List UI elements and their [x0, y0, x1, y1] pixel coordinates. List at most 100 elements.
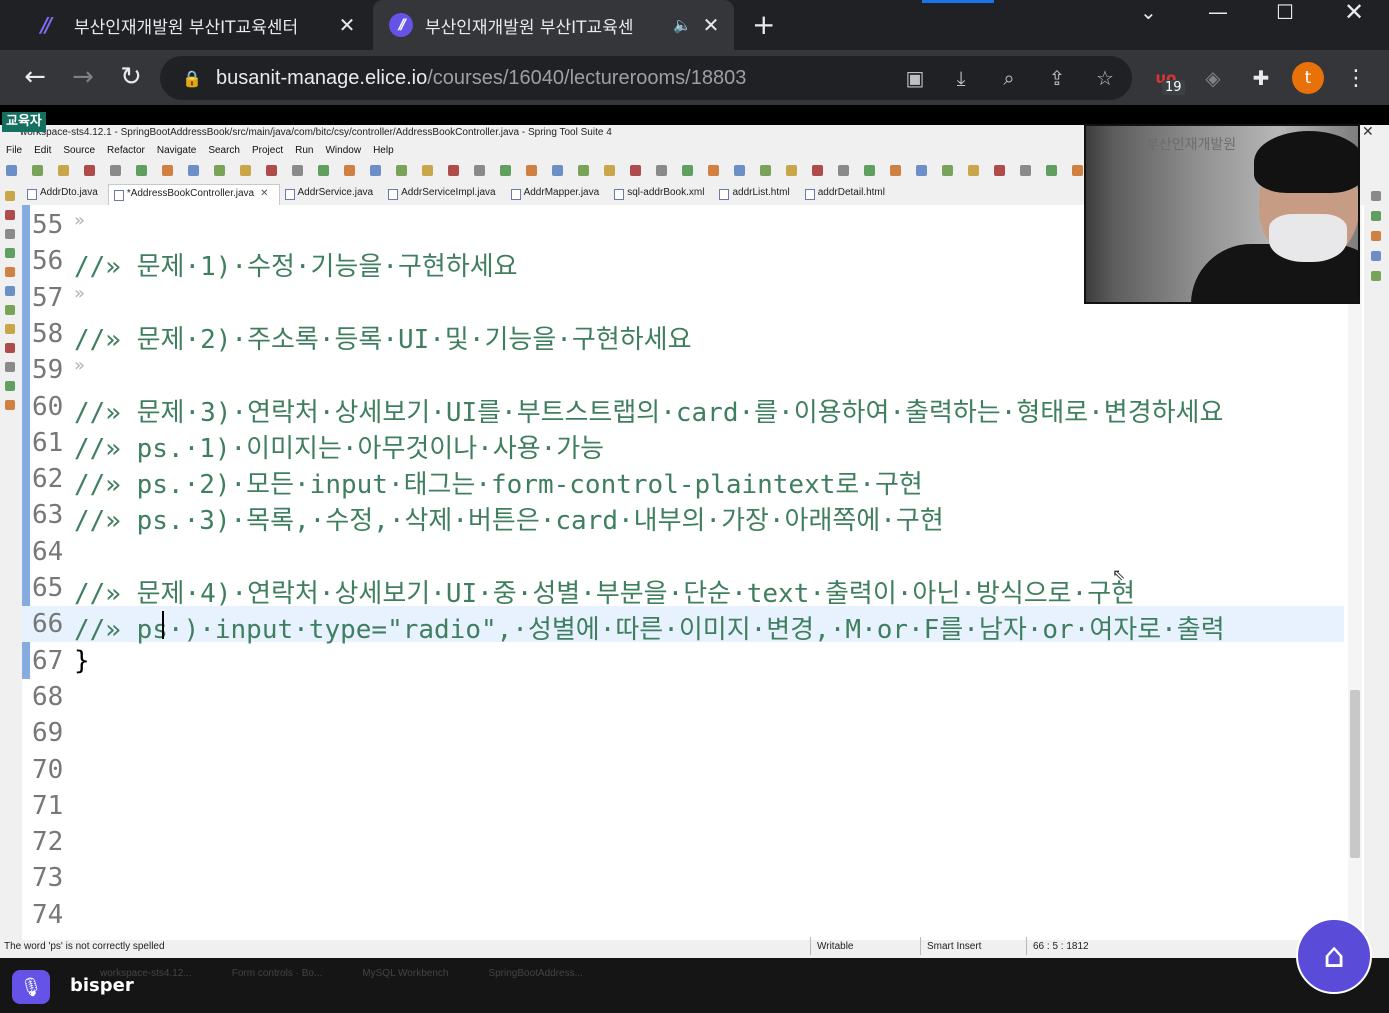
ide-toolbar-icon[interactable]: [448, 165, 459, 176]
menu-kebab-icon[interactable]: ⋮: [1340, 62, 1372, 94]
ide-side-icon[interactable]: [5, 191, 15, 201]
code-editor[interactable]: 55 » 56 //» 문제·1)·수정·기능을·구현하세요 57 » 58 //» 문제·2…: [22, 205, 1364, 940]
menu-search[interactable]: Search: [208, 145, 240, 156]
code-line[interactable]: 70: [22, 752, 1344, 788]
ide-toolbar-icon[interactable]: [474, 165, 485, 176]
ide-toolbar-icon[interactable]: [162, 165, 173, 176]
ide-side-icon[interactable]: [5, 324, 15, 334]
editor-tab[interactable]: addrDetail.html: [800, 184, 895, 204]
ide-toolbar-icon[interactable]: [266, 165, 277, 176]
ide-toolbar-icon[interactable]: [630, 165, 641, 176]
code-line[interactable]: 72: [22, 824, 1344, 860]
ide-toolbar-icon[interactable]: [994, 165, 1005, 176]
live-room-icon[interactable]: ⌂: [1296, 918, 1372, 994]
ide-toolbar-icon[interactable]: [188, 165, 199, 176]
menu-run[interactable]: Run: [295, 145, 313, 156]
forward-button[interactable]: →: [66, 60, 100, 94]
ide-side-icon[interactable]: [5, 267, 15, 277]
blocked-popup-icon[interactable]: ▣: [902, 65, 928, 91]
code-line[interactable]: 62 //» ps.·2)·모든·input·태그는·form-control-p…: [22, 461, 1344, 500]
code-line[interactable]: 59 »: [22, 352, 1344, 388]
zoom-icon[interactable]: ⌕: [996, 65, 1022, 91]
ide-toolbar-icon[interactable]: [604, 165, 615, 176]
bookmark-star-icon[interactable]: ☆: [1092, 65, 1118, 91]
ide-side-icon[interactable]: [5, 229, 15, 239]
ide-toolbar-icon[interactable]: [734, 165, 745, 176]
ide-toolbar-icon[interactable]: [32, 165, 43, 176]
ide-toolbar-icon[interactable]: [1020, 165, 1031, 176]
editor-tab[interactable]: AddrDto.java: [22, 184, 108, 204]
ide-side-icon[interactable]: [5, 362, 15, 372]
code-line[interactable]: 73: [22, 860, 1344, 896]
menu-help[interactable]: Help: [373, 145, 394, 156]
ide-side-icon[interactable]: [1371, 211, 1381, 221]
ide-toolbar-icon[interactable]: [58, 165, 69, 176]
reload-button[interactable]: ↻: [114, 60, 148, 94]
ide-toolbar-icon[interactable]: [864, 165, 875, 176]
ide-toolbar-icon[interactable]: [84, 165, 95, 176]
url-text[interactable]: busanit-manage.elice.io/courses/16040/le…: [216, 67, 746, 90]
ide-side-icon[interactable]: [5, 286, 15, 296]
ide-toolbar-icon[interactable]: [396, 165, 407, 176]
code-line[interactable]: 69: [22, 715, 1344, 751]
ide-side-icon[interactable]: [5, 210, 15, 220]
address-bar[interactable]: 🔒 busanit-manage.elice.io/courses/16040/…: [160, 56, 1132, 100]
ide-toolbar-icon[interactable]: [214, 165, 225, 176]
ide-toolbar-icon[interactable]: [1046, 165, 1057, 176]
code-line[interactable]: 71: [22, 788, 1344, 824]
editor-tab[interactable]: AddrService.java: [280, 184, 384, 204]
browser-tab-2[interactable]: // 부산인재개발원 부산IT교육센 🔈 ✕: [373, 0, 734, 50]
ide-toolbar-icon[interactable]: [916, 165, 927, 176]
tab-search-icon[interactable]: ⌄: [1140, 0, 1157, 24]
install-app-icon[interactable]: ⤓: [948, 65, 974, 91]
code-line[interactable]: 58 //» 문제·2)·주소록·등록·UI·및·기능을·구현하세요: [22, 316, 1344, 355]
editor-tab-active[interactable]: *AddressBookController.java ✕: [107, 184, 280, 205]
ide-toolbar-icon[interactable]: [760, 165, 771, 176]
ide-side-icon[interactable]: [1371, 191, 1381, 201]
code-line[interactable]: 65 //» 문제·4)·연락처·상세보기·UI·중·성별·부분을·단순·text…: [22, 570, 1344, 609]
ide-toolbar-icon[interactable]: [136, 165, 147, 176]
new-tab-button[interactable]: +: [752, 8, 775, 41]
ide-toolbar-icon[interactable]: [942, 165, 953, 176]
audio-playing-icon[interactable]: 🔈: [673, 16, 692, 34]
ide-toolbar-icon[interactable]: [500, 165, 511, 176]
ide-toolbar-icon[interactable]: [890, 165, 901, 176]
ide-toolbar-icon[interactable]: [422, 165, 433, 176]
editor-tab[interactable]: AddrServiceImpl.java: [383, 184, 505, 204]
profile-avatar[interactable]: t: [1292, 62, 1324, 94]
ide-toolbar-icon[interactable]: [370, 165, 381, 176]
microphone-icon[interactable]: 🎙: [12, 970, 50, 1004]
close-webcam-icon[interactable]: ✕: [1362, 124, 1374, 140]
menu-project[interactable]: Project: [252, 145, 283, 156]
editor-scrollbar-thumb[interactable]: [1350, 690, 1360, 858]
ide-side-icon[interactable]: [5, 400, 15, 410]
code-line[interactable]: 63 //» ps.·3)·목록,·수정,·삭제·버튼은·card·내부의·가장·…: [22, 497, 1344, 536]
close-tab-icon[interactable]: ✕: [700, 13, 722, 37]
ide-toolbar-icon[interactable]: [6, 165, 17, 176]
back-button[interactable]: ←: [18, 60, 52, 94]
code-line[interactable]: 60 //» 문제·3)·연락처·상세보기·UI를·부트스트랩의·card·를·이…: [22, 389, 1344, 428]
ide-toolbar-icon[interactable]: [656, 165, 667, 176]
ide-side-icon[interactable]: [5, 248, 15, 258]
menu-window[interactable]: Window: [325, 145, 361, 156]
close-editor-tab-icon[interactable]: ✕: [260, 188, 268, 199]
ide-toolbar-icon[interactable]: [708, 165, 719, 176]
menu-refactor[interactable]: Refactor: [107, 145, 145, 156]
robot-extension-icon[interactable]: ◈: [1197, 62, 1229, 94]
ide-toolbar-icon[interactable]: [682, 165, 693, 176]
ide-side-icon[interactable]: [5, 381, 15, 391]
ide-toolbar-icon[interactable]: [344, 165, 355, 176]
ide-side-icon[interactable]: [1371, 231, 1381, 241]
ide-toolbar-icon[interactable]: [292, 165, 303, 176]
ide-toolbar-icon[interactable]: [240, 165, 251, 176]
editor-scrollbar[interactable]: [1348, 205, 1362, 940]
code-line-current[interactable]: 66 //» ps·)·input·type="radio",·성별에·따른·이미…: [22, 606, 1344, 645]
code-line[interactable]: 61 //» ps.·1)·이미지는·아무것이나·사용·가능: [22, 425, 1344, 464]
minimize-button[interactable]: —: [1208, 0, 1228, 24]
instructor-webcam[interactable]: 부산인재개발원: [1084, 124, 1360, 304]
ide-toolbar-icon[interactable]: [838, 165, 849, 176]
lock-icon[interactable]: 🔒: [182, 69, 202, 88]
close-tab-icon[interactable]: ✕: [336, 13, 358, 37]
menu-navigate[interactable]: Navigate: [157, 145, 196, 156]
ide-toolbar-icon[interactable]: [526, 165, 537, 176]
